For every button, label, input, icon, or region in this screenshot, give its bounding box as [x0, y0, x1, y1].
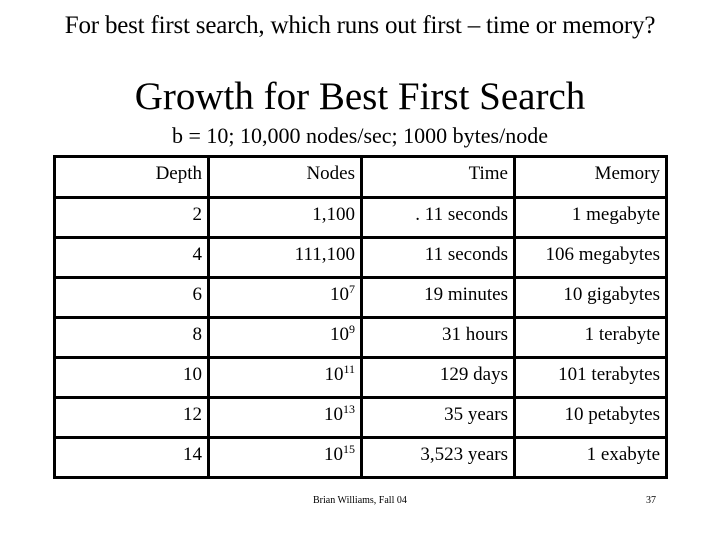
cell-time: 35 years — [360, 396, 516, 439]
nodes-base: 1,100 — [312, 204, 355, 225]
table-row: 8 109 31 hours 1 terabyte — [53, 316, 668, 359]
nodes-base: 111,100 — [294, 244, 355, 265]
cell-depth: 2 — [53, 196, 210, 239]
cell-memory: 1 megabyte — [513, 196, 668, 239]
nodes-exponent: 9 — [349, 322, 355, 336]
cell-depth: 4 — [53, 236, 210, 279]
header-nodes: Nodes — [207, 155, 363, 199]
cell-time: 31 hours — [360, 316, 516, 359]
nodes-exponent: 13 — [343, 402, 355, 416]
slide-question: For best first search, which runs out fi… — [64, 12, 656, 39]
cell-time: 19 minutes — [360, 276, 516, 319]
cell-depth: 10 — [53, 356, 210, 399]
header-depth: Depth — [53, 155, 210, 199]
cell-time: 129 days — [360, 356, 516, 399]
table-row: 4 111,100 11 seconds 106 megabytes — [53, 236, 668, 279]
cell-memory: 10 gigabytes — [513, 276, 668, 319]
header-time: Time — [360, 155, 516, 199]
nodes-exponent: 15 — [343, 442, 355, 456]
table-row: 2 1,100 . 11 seconds 1 megabyte — [53, 196, 668, 239]
cell-nodes: 1015 — [207, 436, 363, 479]
slide-subtitle: b = 10; 10,000 nodes/sec; 1000 bytes/nod… — [172, 123, 548, 148]
cell-memory: 1 exabyte — [513, 436, 668, 479]
page-number: 37 — [646, 495, 656, 506]
cell-depth: 12 — [53, 396, 210, 439]
cell-nodes: 1011 — [207, 356, 363, 399]
cell-nodes: 1013 — [207, 396, 363, 439]
nodes-base: 10 — [324, 444, 343, 465]
table-header-row: Depth Nodes Time Memory — [53, 155, 668, 199]
cell-depth: 6 — [53, 276, 210, 319]
cell-time: . 11 seconds — [360, 196, 516, 239]
header-memory: Memory — [513, 155, 668, 199]
cell-nodes: 1,100 — [207, 196, 363, 239]
nodes-base: 10 — [330, 324, 349, 345]
cell-nodes: 107 — [207, 276, 363, 319]
cell-depth: 8 — [53, 316, 210, 359]
slide-footer: Brian Williams, Fall 04 — [313, 495, 407, 506]
nodes-exponent: 11 — [343, 362, 355, 376]
table-row: 14 1015 3,523 years 1 exabyte — [53, 436, 668, 479]
table-row: 12 1013 35 years 10 petabytes — [53, 396, 668, 439]
cell-depth: 14 — [53, 436, 210, 479]
cell-nodes: 109 — [207, 316, 363, 359]
cell-memory: 101 terabytes — [513, 356, 668, 399]
nodes-base: 10 — [324, 404, 343, 425]
cell-nodes: 111,100 — [207, 236, 363, 279]
table-row: 6 107 19 minutes 10 gigabytes — [53, 276, 668, 319]
nodes-base: 10 — [324, 364, 344, 385]
nodes-base: 10 — [330, 284, 349, 305]
slide-title: Growth for Best First Search — [134, 75, 586, 118]
nodes-exponent: 7 — [349, 282, 355, 296]
growth-table: Depth Nodes Time Memory 2 1,100 . 11 sec… — [53, 155, 668, 479]
table-row: 10 1011 129 days 101 terabytes — [53, 356, 668, 399]
cell-memory: 1 terabyte — [513, 316, 668, 359]
cell-time: 3,523 years — [360, 436, 516, 479]
cell-time: 11 seconds — [360, 236, 516, 279]
cell-memory: 106 megabytes — [513, 236, 668, 279]
cell-memory: 10 petabytes — [513, 396, 668, 439]
